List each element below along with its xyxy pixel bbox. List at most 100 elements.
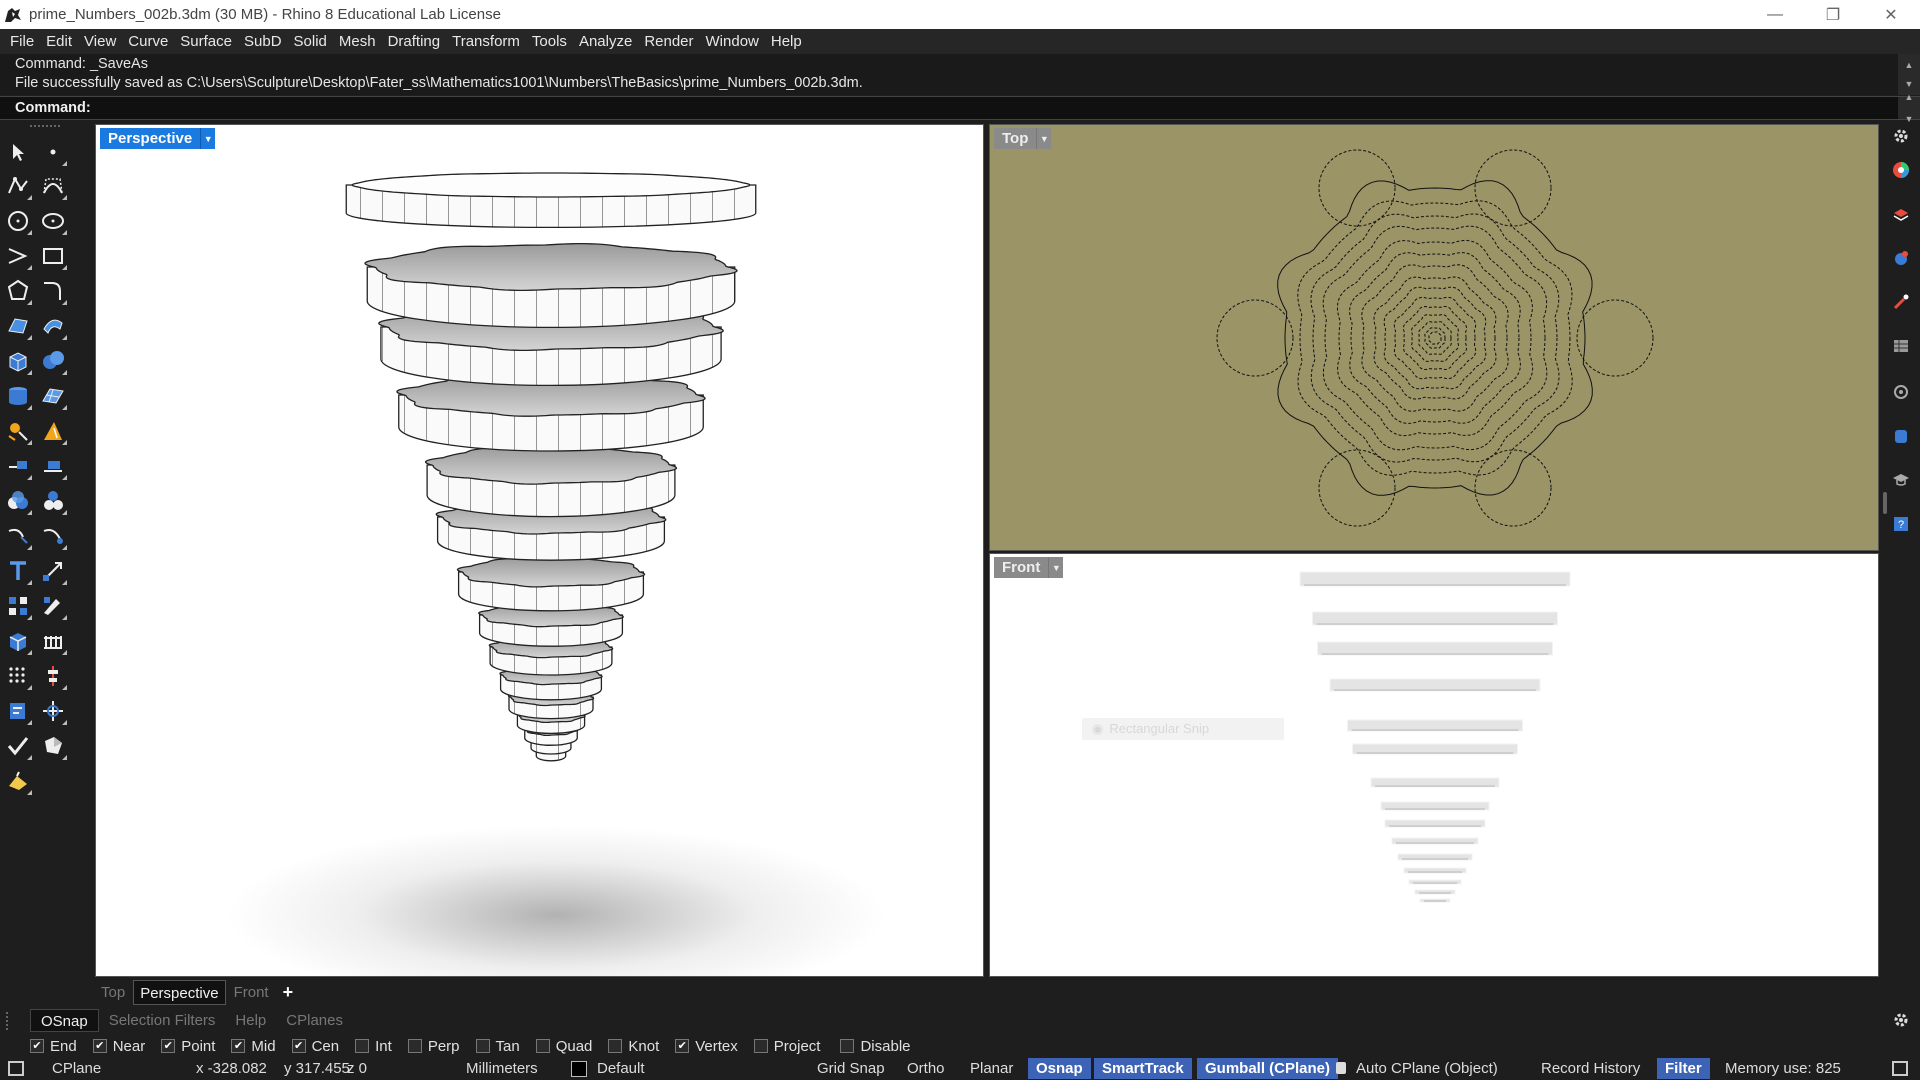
group-tool-icon[interactable]	[39, 487, 67, 515]
osnap-knot[interactable]: Knot	[608, 1038, 659, 1055]
status-pane-auto-cplane-object[interactable]: Auto CPlane (Object)	[1336, 1057, 1498, 1080]
layer-label[interactable]: Default	[597, 1057, 645, 1080]
osnap-quad[interactable]: Quad	[535, 1038, 592, 1055]
checkbox[interactable]	[608, 1039, 623, 1053]
toolbar-grip[interactable]	[30, 125, 60, 128]
sweep-tool-icon[interactable]	[39, 312, 67, 340]
menu-file[interactable]: File	[4, 29, 40, 54]
properties-color-icon[interactable]	[1891, 160, 1911, 180]
tab-front[interactable]: Front	[228, 980, 275, 1005]
tab-cplanes[interactable]: CPlanes	[276, 1009, 353, 1032]
menu-view[interactable]: View	[78, 29, 122, 54]
close-button[interactable]: ✕	[1862, 0, 1920, 29]
materials-panel-icon[interactable]	[1891, 248, 1911, 268]
menu-subd[interactable]: SubD	[238, 29, 288, 54]
boolean-union-icon[interactable]	[39, 347, 67, 375]
array-tool-icon[interactable]	[4, 592, 32, 620]
osnap-disable[interactable]: Disable	[840, 1038, 911, 1055]
box-tool-icon[interactable]	[4, 347, 32, 375]
top-viewport[interactable]: Top ▼	[989, 124, 1879, 551]
layer-tool-icon[interactable]	[4, 487, 32, 515]
add-viewport-tab-button[interactable]: +	[277, 980, 300, 1005]
menu-drafting[interactable]: Drafting	[382, 29, 447, 54]
menu-analyze[interactable]: Analyze	[573, 29, 638, 54]
panel-grip[interactable]	[6, 1012, 14, 1030]
polyline-tool-icon[interactable]	[4, 172, 32, 200]
circle-tool-icon[interactable]	[4, 207, 32, 235]
mesh-tool-icon[interactable]	[39, 382, 67, 410]
tab-perspective[interactable]: Perspective	[133, 980, 226, 1005]
osnap-int[interactable]: Int	[355, 1038, 392, 1055]
cylinder-tool-icon[interactable]	[4, 382, 32, 410]
status-pane-ortho[interactable]: Ortho	[907, 1057, 945, 1080]
viewport-title[interactable]: Perspective	[100, 128, 201, 149]
surface-tool-icon[interactable]	[4, 312, 32, 340]
tab-osnap[interactable]: OSnap	[30, 1009, 99, 1032]
rectangle-tool-icon[interactable]	[39, 242, 67, 270]
solid-tools-icon[interactable]	[4, 627, 32, 655]
library-panel-icon[interactable]	[1891, 336, 1911, 356]
viewport-menu-chevron-icon[interactable]: ▼	[200, 128, 216, 149]
menu-help[interactable]: Help	[765, 29, 808, 54]
checkbox[interactable]: ✔	[161, 1039, 176, 1053]
settings-gear-icon[interactable]	[1891, 126, 1911, 146]
restore-button[interactable]: ❐	[1804, 0, 1862, 29]
osnap-perp[interactable]: Perp	[407, 1038, 460, 1055]
checkbox[interactable]: ✔	[92, 1039, 107, 1053]
checkbox[interactable]	[840, 1039, 855, 1053]
osnap-near[interactable]: ✔ Near	[92, 1038, 145, 1055]
perspective-viewport-label[interactable]: Perspective ▼	[100, 128, 216, 149]
move-tool-icon[interactable]	[39, 557, 67, 585]
analyze-tool-icon[interactable]	[4, 697, 32, 725]
top-viewport-label[interactable]: Top ▼	[994, 128, 1052, 149]
render-panel-icon[interactable]	[1891, 292, 1911, 312]
point-cloud-icon[interactable]	[4, 662, 32, 690]
front-viewport[interactable]: ◉ Rectangular Snip Front ▼	[989, 553, 1879, 977]
menu-tools[interactable]: Tools	[526, 29, 573, 54]
check-tool-icon[interactable]	[4, 732, 32, 760]
units-label[interactable]: Millimeters	[466, 1057, 538, 1080]
checkbox[interactable]: ✔	[675, 1039, 690, 1053]
osnap-mid[interactable]: ✔ Mid	[231, 1038, 276, 1055]
checkbox[interactable]: ✔	[291, 1039, 306, 1053]
osnap-tan[interactable]: Tan	[475, 1038, 520, 1055]
menu-window[interactable]: Window	[700, 29, 765, 54]
layers-panel-icon[interactable]	[1891, 204, 1911, 224]
tab-top[interactable]: Top	[95, 980, 131, 1005]
right-panel-toggle-icon[interactable]	[1892, 1061, 1908, 1076]
shade-tool-icon[interactable]	[39, 732, 67, 760]
menu-surface[interactable]: Surface	[174, 29, 238, 54]
status-pane-smarttrack[interactable]: SmartTrack	[1094, 1058, 1192, 1079]
menu-solid[interactable]: Solid	[288, 29, 333, 54]
panel-settings-gear-icon[interactable]	[1892, 1011, 1910, 1033]
osnap-end[interactable]: ✔ End	[30, 1038, 77, 1055]
menu-curve[interactable]: Curve	[122, 29, 174, 54]
checkbox[interactable]	[535, 1039, 550, 1053]
menu-edit[interactable]: Edit	[40, 29, 78, 54]
gumball-tool-icon[interactable]	[39, 697, 67, 725]
help-panel-icon[interactable]: ?	[1891, 514, 1911, 534]
dimension-tool-icon[interactable]	[4, 452, 32, 480]
fillet-curves-icon[interactable]	[39, 277, 67, 305]
command-line[interactable]: Command: ▲ ▼	[0, 92, 1920, 124]
tab-selection-filters[interactable]: Selection Filters	[99, 1009, 226, 1032]
osnap-point[interactable]: ✔ Point	[161, 1038, 215, 1055]
text-tool-icon[interactable]	[4, 557, 32, 585]
viewport-menu-chevron-icon[interactable]: ▼	[1036, 128, 1052, 149]
status-pane-gumball-cplane[interactable]: Gumball (CPlane)	[1197, 1058, 1339, 1079]
trim-tool-icon[interactable]	[4, 522, 32, 550]
viewport-menu-chevron-icon[interactable]: ▼	[1048, 557, 1064, 578]
menu-render[interactable]: Render	[638, 29, 699, 54]
checkbox[interactable]: ✔	[231, 1039, 246, 1053]
learn-panel-icon[interactable]	[1891, 470, 1911, 490]
select-tool-icon[interactable]	[4, 138, 32, 166]
cplane-label[interactable]: CPlane	[52, 1057, 101, 1080]
status-pane-filter[interactable]: Filter	[1657, 1058, 1710, 1079]
viewport-title[interactable]: Front	[994, 557, 1049, 578]
osnap-project[interactable]: Project	[753, 1038, 820, 1055]
display-panel-icon[interactable]	[1891, 382, 1911, 402]
checkbox[interactable]	[355, 1039, 370, 1053]
osnap-cen[interactable]: ✔ Cen	[291, 1038, 339, 1055]
menu-transform[interactable]: Transform	[446, 29, 526, 54]
polygon-tool-icon[interactable]	[4, 277, 32, 305]
